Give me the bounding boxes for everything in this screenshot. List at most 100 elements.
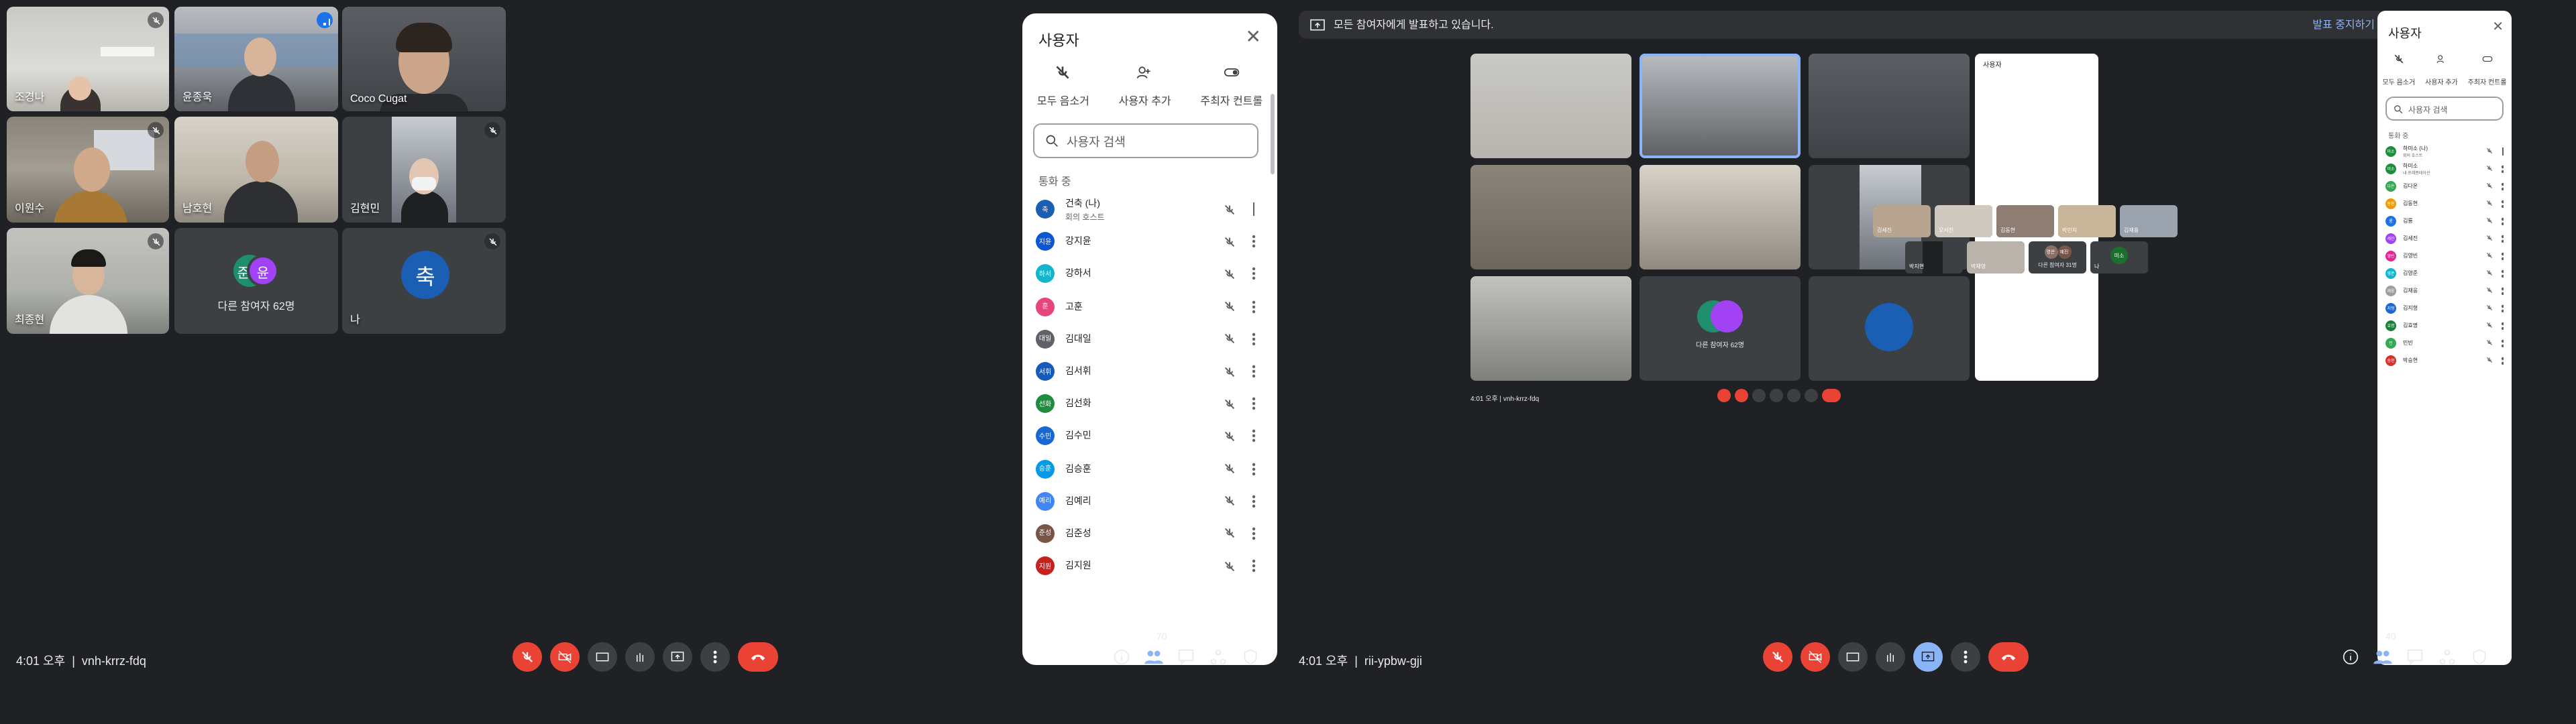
video-tile[interactable]: 김현민 xyxy=(342,117,506,223)
meeting-details-icon[interactable] xyxy=(1111,646,1132,668)
camera-toggle-button[interactable] xyxy=(550,642,580,672)
people-icon[interactable] xyxy=(1143,646,1165,668)
mute-all-button[interactable]: 모두 음소거 xyxy=(1037,64,1089,109)
more-vert-icon[interactable] xyxy=(2501,217,2504,225)
leave-call-button[interactable] xyxy=(738,642,778,672)
filmstrip-tile[interactable]: 김동현 xyxy=(1996,205,2054,237)
participant-row[interactable]: 지윤 강지윤 xyxy=(1022,225,1277,257)
chat-icon[interactable] xyxy=(1175,646,1197,668)
participant-row[interactable]: 효명 김효명 xyxy=(2377,316,2512,334)
mic-off-icon[interactable] xyxy=(1224,300,1236,312)
participant-row[interactable]: 승훈 김승훈 xyxy=(1022,452,1277,485)
close-icon[interactable]: ✕ xyxy=(2492,21,2504,35)
mic-off-icon[interactable] xyxy=(1224,430,1236,442)
mic-off-icon[interactable] xyxy=(2486,304,2493,311)
filmstrip-tile[interactable]: 박채영 xyxy=(1967,241,2025,274)
host-controls-shield-icon[interactable] xyxy=(1240,646,1261,668)
camera-toggle-button[interactable] xyxy=(1801,642,1830,672)
more-options-button[interactable] xyxy=(1951,642,1980,672)
chat-icon[interactable] xyxy=(2404,646,2426,668)
more-vert-icon[interactable] xyxy=(1252,495,1256,508)
video-tile[interactable]: 이원수 xyxy=(7,117,169,223)
more-vert-icon[interactable] xyxy=(1252,333,1256,346)
participant-row[interactable]: 미소 하미소 (나) 회의 호스트 xyxy=(2377,142,2512,160)
mic-toggle-button[interactable] xyxy=(513,642,542,672)
participant-row[interactable]: 서휘 김서휘 xyxy=(1022,355,1277,387)
mic-off-icon[interactable] xyxy=(2486,287,2493,294)
leave-call-button[interactable] xyxy=(1988,642,2029,672)
more-vert-icon[interactable] xyxy=(1252,267,1256,281)
mic-off-icon[interactable] xyxy=(1224,333,1236,345)
more-vert-icon[interactable] xyxy=(1252,235,1256,249)
participant-row[interactable]: 룡 김룡 xyxy=(2377,212,2512,229)
filmstrip-tile[interactable]: 오서진 xyxy=(1935,205,1992,237)
video-tile[interactable]: 최종현 xyxy=(7,228,169,334)
mic-off-icon[interactable] xyxy=(1224,463,1236,475)
captions-button[interactable] xyxy=(1838,642,1868,672)
more-vert-icon[interactable] xyxy=(2501,286,2504,294)
mic-off-icon[interactable] xyxy=(1224,236,1236,248)
more-vert-icon[interactable] xyxy=(1252,397,1256,410)
participant-row[interactable]: 다온 김다온 xyxy=(2377,177,2512,194)
more-vert-icon[interactable] xyxy=(2501,321,2504,329)
mic-off-icon[interactable] xyxy=(1224,398,1236,410)
participant-row[interactable]: 지형 김지형 xyxy=(2377,299,2512,316)
more-vert-icon[interactable] xyxy=(2501,182,2504,190)
activities-icon[interactable] xyxy=(1208,646,1229,668)
participant-row[interactable]: 영빈 김영빈 xyxy=(2377,247,2512,264)
raise-hand-button[interactable] xyxy=(1876,642,1905,672)
host-controls-shield-icon[interactable] xyxy=(2469,646,2490,668)
more-vert-icon[interactable] xyxy=(1252,559,1256,572)
more-vert-icon[interactable] xyxy=(2501,234,2504,242)
self-tile[interactable]: 나 미소 xyxy=(2090,241,2148,274)
add-people-button[interactable]: 사용자 추가 xyxy=(2425,54,2458,87)
participant-row[interactable]: 축 건축 (나) 회의 호스트 xyxy=(1022,193,1277,225)
scrollbar[interactable] xyxy=(1271,94,1275,174)
participant-row[interactable]: 준성 김준성 xyxy=(1022,518,1277,550)
participant-row[interactable]: 예리 김예리 xyxy=(1022,485,1277,517)
people-search-input[interactable]: 사용자 검색 xyxy=(1033,123,1258,158)
people-search-input[interactable]: 사용자 검색 xyxy=(2385,97,2504,121)
mic-off-icon[interactable] xyxy=(2486,165,2493,172)
participant-row[interactable]: 동현 김동현 xyxy=(2377,194,2512,212)
host-controls-button[interactable]: 주최자 컨트롤 xyxy=(2468,54,2507,87)
others-tile[interactable]: 영은 예진 다른 참여자 31명 xyxy=(2029,241,2086,274)
filmstrip-tile[interactable]: 박지현 xyxy=(1905,241,1963,274)
add-people-button[interactable]: 사용자 추가 xyxy=(1119,64,1171,109)
mic-off-icon[interactable] xyxy=(2486,357,2493,363)
video-tile[interactable]: Coco Cugat xyxy=(342,7,506,111)
mic-off-icon[interactable] xyxy=(2486,252,2493,259)
filmstrip-tile[interactable]: 박민지 xyxy=(2058,205,2116,237)
mic-off-icon[interactable] xyxy=(2486,235,2493,241)
participant-row[interactable]: 승현 박승현 xyxy=(2377,351,2512,369)
people-icon[interactable] xyxy=(2372,646,2394,668)
mic-toggle-button[interactable] xyxy=(1763,642,1792,672)
more-vert-icon[interactable] xyxy=(2501,269,2504,277)
participant-row[interactable]: 수민 김수민 xyxy=(1022,420,1277,452)
present-button-active[interactable] xyxy=(1913,642,1943,672)
more-vert-icon[interactable] xyxy=(1252,300,1256,313)
mic-off-icon[interactable] xyxy=(2486,182,2493,189)
mic-off-icon[interactable] xyxy=(2486,339,2493,346)
host-controls-button[interactable]: 주최자 컨트롤 xyxy=(1200,64,1263,109)
mute-all-button[interactable]: 모두 음소거 xyxy=(2382,54,2415,87)
participant-row[interactable]: 세진 김세진 xyxy=(2377,229,2512,247)
mic-off-icon[interactable] xyxy=(1224,495,1236,507)
more-vert-icon[interactable] xyxy=(2501,164,2504,172)
participant-row[interactable]: 민 민빈 xyxy=(2377,334,2512,351)
meeting-details-icon[interactable] xyxy=(2340,646,2361,668)
video-tile[interactable]: 조경나 xyxy=(7,7,169,111)
more-vert-icon[interactable] xyxy=(2501,304,2504,312)
participant-row[interactable]: 하서 강하서 xyxy=(1022,258,1277,290)
others-tile[interactable]: 준서 윤 다른 참여자 62명 xyxy=(174,228,338,334)
pin-icon[interactable] xyxy=(1252,202,1256,217)
captions-button[interactable] xyxy=(588,642,617,672)
mic-off-icon[interactable] xyxy=(2486,147,2493,154)
more-vert-icon[interactable] xyxy=(2501,339,2504,347)
more-vert-icon[interactable] xyxy=(2501,356,2504,364)
raise-hand-button[interactable] xyxy=(625,642,655,672)
mic-off-icon[interactable] xyxy=(1224,560,1236,572)
filmstrip-tile[interactable]: 김세진 xyxy=(1873,205,1931,237)
mic-off-icon[interactable] xyxy=(1224,365,1236,377)
activities-icon[interactable] xyxy=(2436,646,2458,668)
